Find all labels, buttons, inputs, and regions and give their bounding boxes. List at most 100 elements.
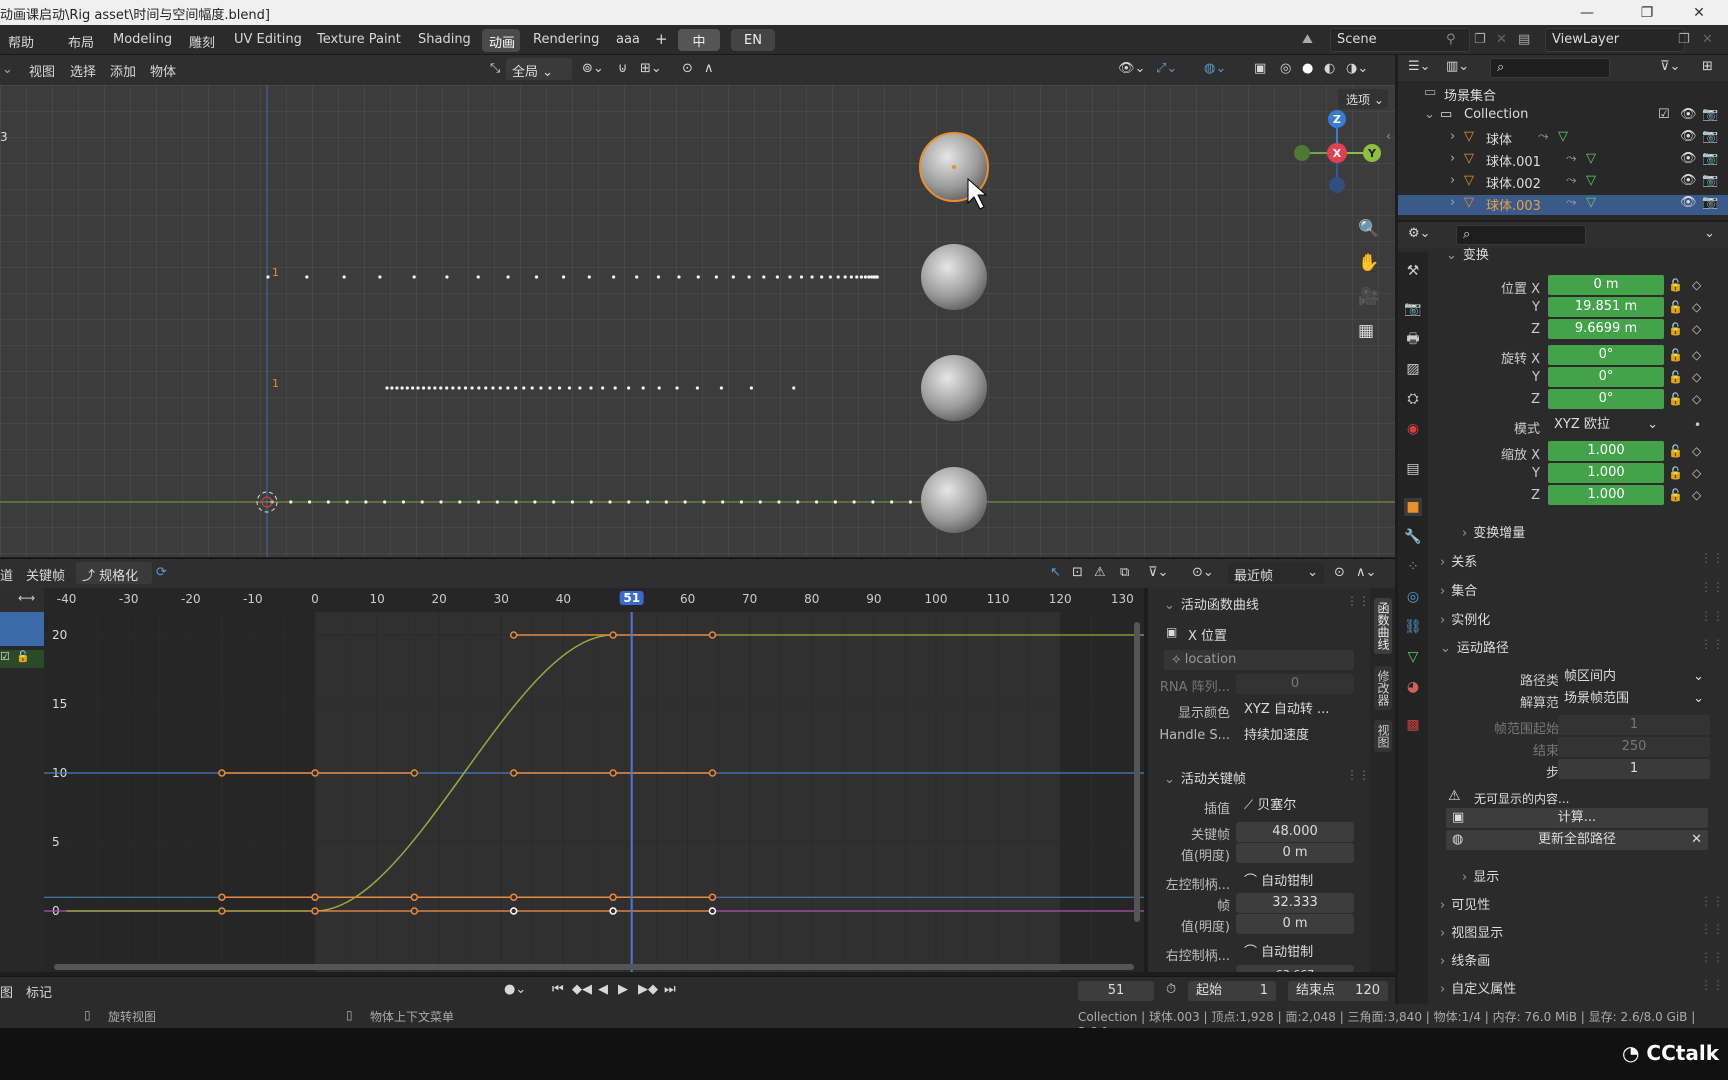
sidebar-toggle-icon[interactable]: ‹ [1386, 129, 1391, 143]
stopwatch-icon[interactable]: ⏱ [1166, 982, 1176, 997]
normalize-toggle[interactable]: ⤴ 规格化 [76, 562, 152, 584]
snap-target-icon[interactable]: ⊞⌄ [640, 61, 662, 76]
rotation-y-field[interactable]: 0° [1548, 367, 1664, 387]
checkbox-icon[interactable]: ☑ [1658, 107, 1670, 122]
play-icon[interactable]: ▶ [618, 982, 628, 997]
menu-channel[interactable]: 道 [0, 565, 13, 584]
panel-grip-icon[interactable]: ⋮⋮ [1700, 950, 1724, 964]
view-layer-tab-icon[interactable]: ▨ [1404, 360, 1422, 378]
active-keyframe-header[interactable]: ⌄ 活动关键帧 [1164, 768, 1246, 787]
step-field[interactable]: 1 [1558, 759, 1710, 779]
texture-tab-icon[interactable]: ▩ [1404, 716, 1422, 734]
maximize-button[interactable]: ❐ [1624, 0, 1670, 25]
motion-paths-header[interactable]: ⌄ 运动路径 [1440, 637, 1509, 656]
keyframe-diamond-icon[interactable]: ◇ [1692, 278, 1701, 292]
tab-animation[interactable]: 动画 [489, 32, 515, 51]
tab-layout[interactable]: 布局 [68, 32, 94, 51]
frame-start-field[interactable]: 1 [1558, 715, 1710, 735]
lock-icon[interactable]: 🔓 [1668, 370, 1683, 384]
jump-end-icon[interactable]: ⏭ [664, 982, 676, 997]
world-tab-icon[interactable]: ◉ [1404, 420, 1422, 438]
outliner-object-row[interactable]: › ▽ 球体.003 ⤳ ▽ 👁 📷 [1398, 195, 1728, 215]
lock-icon[interactable]: 🔓 [1668, 392, 1683, 406]
current-frame-indicator[interactable]: 51 [619, 591, 645, 605]
pin-icon[interactable]: ⚲ [1446, 32, 1456, 47]
tab-modifiers[interactable]: 修改器 [1374, 666, 1392, 710]
eye-icon[interactable]: 👁 [1680, 107, 1697, 122]
collections-header[interactable]: › 集合 [1440, 580, 1477, 599]
menu-view[interactable]: 视图 [29, 61, 55, 80]
panel-grip-icon[interactable]: ⋮⋮ [1700, 580, 1724, 594]
filter-icon[interactable]: ⊽⌄ [1148, 565, 1168, 580]
left-handle-type-dropdown[interactable]: ⌒ 自动钳制 [1236, 872, 1354, 892]
keyframe-diamond-icon[interactable]: ◇ [1692, 322, 1701, 336]
object-tab-icon[interactable]: ■ [1404, 498, 1422, 516]
delete-scene-icon[interactable]: ✕ [1496, 32, 1507, 47]
panel-grip-icon[interactable]: ⋮⋮ [1700, 551, 1724, 565]
gizmo-toggle-icon[interactable]: ⤢⌄ [1156, 61, 1177, 76]
eye-icon[interactable]: 👁 [1680, 151, 1697, 166]
viewport-display-header[interactable]: › 视图显示 [1440, 922, 1503, 941]
select-tool-icon[interactable]: ↖ [1050, 565, 1061, 580]
tab-rendering[interactable]: Rendering [533, 32, 599, 47]
relations-header[interactable]: › 关系 [1440, 551, 1477, 570]
delta-transform-header[interactable]: › 变换增量 [1462, 522, 1525, 541]
snap-icon[interactable]: ⊍ [618, 61, 628, 76]
editor-type-icon[interactable]: ⌄ [2, 62, 13, 77]
display-subpanel-header[interactable]: › 显示 [1462, 866, 1499, 885]
lock-icon[interactable]: 🔓 [1668, 348, 1683, 362]
expand-arrow-icon[interactable]: › [1450, 151, 1455, 166]
keyframe-diamond-icon[interactable]: ◇ [1692, 444, 1701, 458]
tab-fcurve[interactable]: 函数曲线 [1374, 598, 1392, 654]
properties-search-input[interactable]: ⌕ [1456, 225, 1586, 245]
scale-z-field[interactable]: 1.000 [1548, 485, 1664, 505]
panel-grip-icon[interactable]: ⋮⋮ [1346, 594, 1370, 608]
panel-grip-icon[interactable]: ⋮⋮ [1700, 922, 1724, 936]
lock-icon[interactable]: 🔓 [1668, 300, 1683, 314]
physics-tab-icon[interactable]: ◎ [1404, 588, 1422, 606]
tab-view[interactable]: 视图 [1374, 720, 1392, 752]
panel-grip-icon[interactable]: ⋮⋮ [1700, 978, 1724, 992]
keyframe-dot-icon[interactable]: • [1694, 418, 1701, 432]
ime-en-button[interactable]: EN [731, 29, 775, 51]
transform-panel-header[interactable]: ⌄ 变换 [1446, 244, 1489, 263]
rendered-shading-icon[interactable]: ◑⌄ [1346, 61, 1368, 76]
location-x-field[interactable]: 0 m [1548, 275, 1664, 295]
pivot-point-icon[interactable]: ⊙⌄ [1192, 565, 1214, 580]
material-tab-icon[interactable]: ◕ [1404, 678, 1422, 696]
delete-viewlayer-icon[interactable]: ✕ [1702, 32, 1713, 47]
xray-icon[interactable]: ▣ [1254, 61, 1266, 76]
minimize-button[interactable]: — [1564, 0, 1610, 25]
handle-smoothing-dropdown[interactable]: 持续加速度 [1236, 726, 1354, 746]
properties-editor-icon[interactable]: ⚙⌄ [1408, 226, 1431, 241]
lock-icon[interactable]: 🔓 [1668, 278, 1683, 292]
location-y-field[interactable]: 19.851 m [1548, 297, 1664, 317]
keyframe-diamond-icon[interactable]: ◇ [1692, 466, 1701, 480]
tab-sculpt[interactable]: 雕刻 [189, 32, 215, 51]
rotation-mode-dropdown[interactable]: XYZ 欧拉 ⌄ [1548, 415, 1664, 435]
clear-paths-icon[interactable]: ✕ [1691, 830, 1702, 850]
right-handle-frame-field[interactable]: 63.667 [1236, 965, 1354, 972]
path-type-dropdown[interactable]: 帧区间内 ⌄ [1558, 667, 1710, 687]
line-art-header[interactable]: › 线条画 [1440, 950, 1490, 969]
next-key-icon[interactable]: ▶◆ [638, 982, 658, 997]
channel-checkbox-icon[interactable]: ☑ [0, 650, 10, 663]
scene-tab-icon[interactable]: ⛭ [1404, 390, 1422, 408]
menu-key[interactable]: 关键帧 [26, 565, 65, 584]
auto-normalize-icon[interactable]: ⟳ [156, 565, 167, 580]
box-select-icon[interactable]: ⊡ [1072, 565, 1083, 580]
proportional-edit-icon[interactable]: ⊙ [682, 61, 693, 76]
scale-y-field[interactable]: 1.000 [1548, 463, 1664, 483]
display-color-dropdown[interactable]: XYZ 自动转 ... [1236, 700, 1354, 720]
channel-fcurve-row[interactable]: ☑ 🔓 [0, 650, 44, 668]
eye-icon[interactable]: 👁 [1680, 129, 1697, 144]
pivot-icon[interactable]: ⊚⌄ [582, 61, 604, 76]
lock-icon[interactable]: 🔓 [1668, 488, 1683, 502]
collection-tab-icon[interactable]: ▤ [1404, 460, 1422, 478]
record-icon[interactable]: ●⌄ [504, 982, 526, 997]
modifier-tab-icon[interactable]: 🔧 [1404, 528, 1422, 546]
viewlayer-icon[interactable]: ▤ [1518, 32, 1530, 47]
menu-add[interactable]: 添加 [110, 61, 136, 80]
filter-icon[interactable]: ⊽⌄ [1660, 59, 1680, 74]
start-frame-field[interactable]: 起始 1 [1188, 981, 1276, 1001]
